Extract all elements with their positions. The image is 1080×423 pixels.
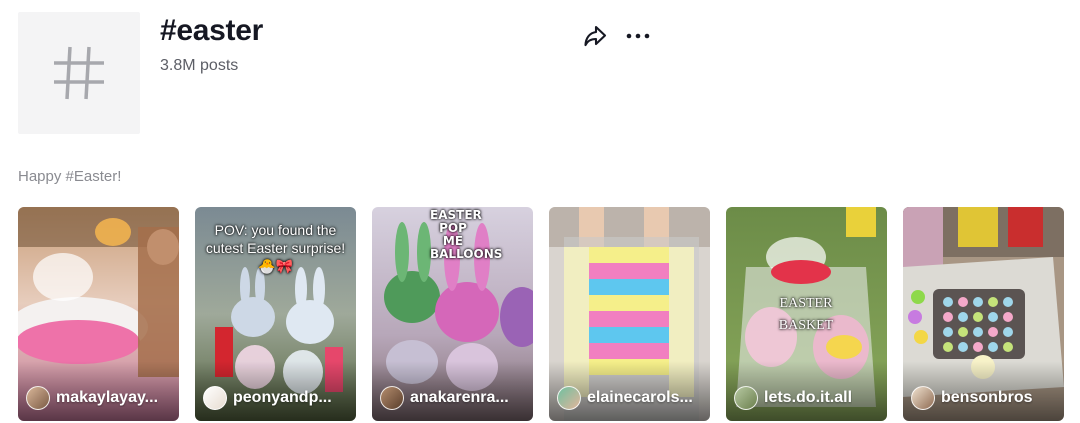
video-caption-overlay: EASTER POP ME BALLOONS <box>430 208 503 261</box>
avatar <box>734 386 758 410</box>
video-caption-overlay: POV: you found the cutest Easter surpris… <box>205 222 346 274</box>
video-card[interactable]: POV: you found the cutest Easter surpris… <box>195 207 356 421</box>
video-card[interactable]: EASTER BASKET lets.do.it.all <box>726 207 887 421</box>
video-author: makaylayay... <box>26 386 176 410</box>
video-card[interactable]: elainecarols... <box>549 207 710 421</box>
page-title: #easter <box>160 14 263 47</box>
avatar <box>203 386 227 410</box>
more-options-button[interactable] <box>624 23 652 49</box>
hashtag-description: Happy #Easter! <box>18 168 122 185</box>
username: elainecarols... <box>587 389 693 406</box>
avatar <box>380 386 404 410</box>
video-card[interactable]: makaylayay... <box>18 207 179 421</box>
avatar <box>557 386 581 410</box>
more-icon <box>626 33 650 39</box>
video-author: elainecarols... <box>557 386 707 410</box>
username: lets.do.it.all <box>764 389 853 406</box>
video-card[interactable]: EASTER POP ME BALLOONS anakarenra... <box>372 207 533 421</box>
username: bensonbros <box>941 389 1033 406</box>
username: makaylayay... <box>56 389 159 406</box>
video-author: peonyandp... <box>203 386 353 410</box>
video-card[interactable]: bensonbros <box>903 207 1064 421</box>
hashtag-icon <box>54 46 104 100</box>
avatar <box>26 386 50 410</box>
share-button[interactable] <box>582 23 608 49</box>
avatar <box>911 386 935 410</box>
username: peonyandp... <box>233 389 332 406</box>
video-caption-overlay: EASTER BASKET <box>778 296 834 333</box>
hashtag-avatar <box>18 12 140 134</box>
video-author: lets.do.it.all <box>734 386 884 410</box>
video-author: bensonbros <box>911 386 1061 410</box>
posts-count: 3.8M posts <box>160 57 239 74</box>
username: anakarenra... <box>410 389 509 406</box>
share-icon <box>584 25 607 47</box>
video-author: anakarenra... <box>380 386 530 410</box>
